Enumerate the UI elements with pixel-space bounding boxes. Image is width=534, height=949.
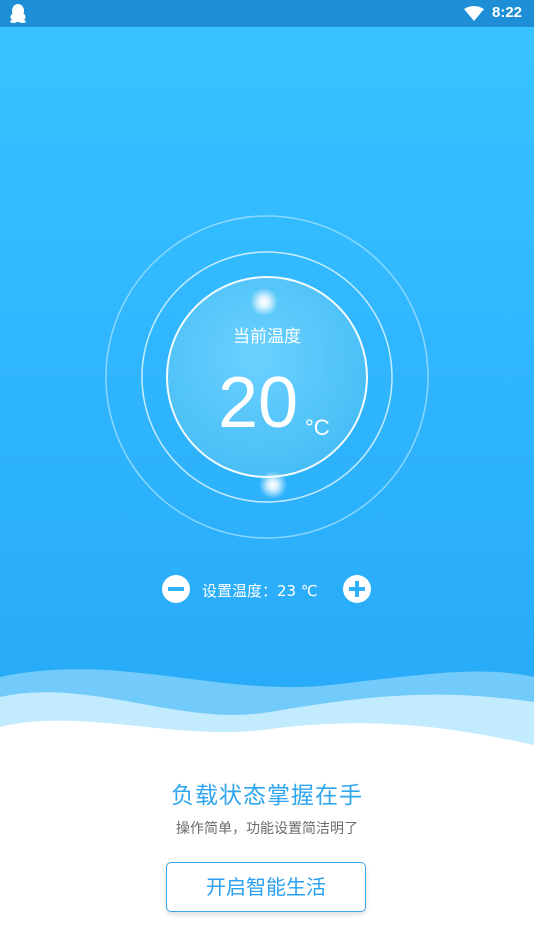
wifi-icon — [464, 6, 484, 25]
set-temperature-text: 设置温度：23 ℃ — [202, 582, 318, 600]
current-temperature-value: 20 — [218, 363, 299, 443]
promo-headline: 负载状态掌握在手 — [171, 783, 363, 809]
wave-decoration — [0, 669, 534, 747]
current-temperature-label: 当前温度 — [233, 327, 301, 347]
status-bar: 8:22 — [0, 0, 534, 27]
qq-penguin-icon — [10, 4, 26, 27]
current-temperature-unit: °C — [305, 415, 330, 440]
increase-temperature-button[interactable] — [343, 575, 371, 603]
clock: 8:22 — [492, 4, 523, 21]
set-temperature-row: 设置温度：23 ℃ — [162, 575, 374, 605]
promo-subline: 操作简单，功能设置简洁明了 — [176, 821, 358, 837]
start-smart-life-button[interactable]: 开启智能生活 — [166, 862, 366, 912]
hero-panel: 当前温度 20 °C 设置温度：23 ℃ — [0, 27, 534, 747]
decrease-temperature-button[interactable] — [162, 575, 190, 603]
